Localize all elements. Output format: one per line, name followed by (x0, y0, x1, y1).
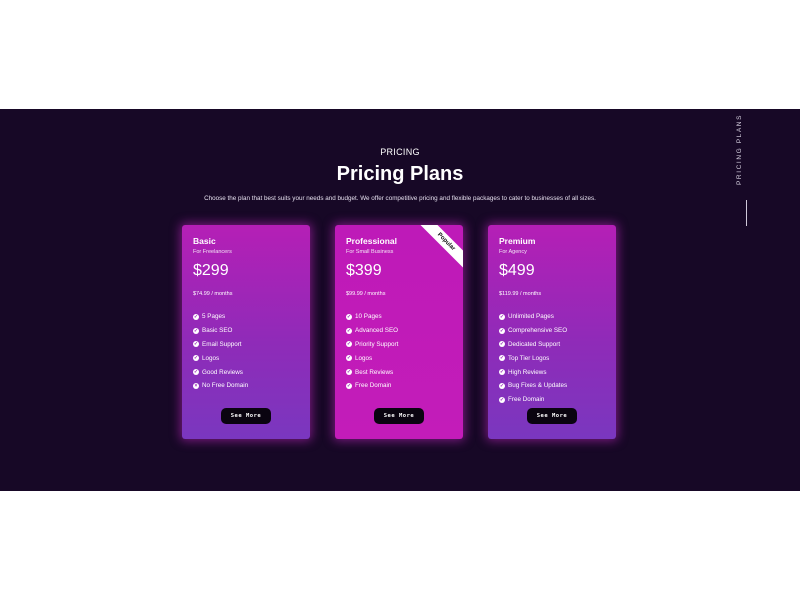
feature-item: ✓ Dedicated Support (499, 338, 567, 352)
pricing-card-professional: Popular Professional For Small Business … (335, 225, 463, 439)
see-more-button[interactable]: See More (374, 408, 424, 424)
feature-item: ✓ Logos (346, 351, 398, 365)
check-icon: ✓ (499, 382, 505, 389)
feature-label: Priority Support (355, 340, 399, 348)
feature-label: 10 Pages (355, 313, 382, 321)
check-icon: ✓ (499, 355, 505, 362)
check-icon: ✓ (193, 369, 199, 376)
feature-item: ✓ Good Reviews (193, 365, 248, 379)
feature-item: ✓ Logos (193, 351, 248, 365)
feature-item: × No Free Domain (193, 379, 248, 393)
feature-item: ✓ Best Reviews (346, 365, 398, 379)
feature-label: Free Domain (508, 396, 545, 404)
pricing-section: PRICING Pricing Plans Choose the plan th… (0, 109, 800, 491)
check-icon: ✓ (499, 313, 505, 320)
feature-list: ✓ 10 Pages ✓ Advanced SEO ✓ Priority Suppor… (346, 310, 398, 393)
plan-price: $399 (346, 262, 382, 279)
feature-item: ✓ Free Domain (346, 379, 398, 393)
check-icon: ✓ (499, 396, 505, 403)
feature-item: ✓ Bug Fixes & Updates (499, 379, 567, 393)
check-icon: ✓ (346, 327, 352, 334)
feature-label: No Free Domain (202, 382, 249, 390)
feature-item: ✓ Free Domain (499, 393, 567, 407)
feature-item: ✓ 5 Pages (193, 310, 248, 324)
feature-item: ✓ High Reviews (499, 365, 567, 379)
check-icon: ✓ (346, 341, 352, 348)
page-title: Pricing Plans (336, 163, 464, 185)
feature-item: ✓ 10 Pages (346, 310, 398, 324)
feature-item: ✓ Comprehensive SEO (499, 324, 567, 338)
feature-item: ✓ Email Support (193, 338, 248, 352)
feature-label: Logos (355, 354, 373, 362)
check-icon: ✓ (193, 355, 199, 362)
plan-audience: For Freelancers (193, 249, 232, 255)
pricing-card-basic: Basic For Freelancers $299 $74.99 / mont… (182, 225, 310, 439)
popular-badge: Popular (419, 225, 463, 269)
plan-name: Basic (193, 236, 216, 246)
feature-item: ✓ Priority Support (346, 338, 398, 352)
check-icon: ✓ (346, 313, 352, 320)
section-eyebrow: PRICING (380, 147, 420, 157)
feature-label: Basic SEO (202, 327, 233, 335)
plan-monthly: $119.99 / months (499, 291, 542, 297)
check-icon: ✓ (193, 313, 199, 320)
check-icon: ✓ (346, 382, 352, 389)
feature-label: High Reviews (508, 368, 547, 376)
feature-label: Free Domain (355, 382, 392, 390)
check-icon: ✓ (499, 327, 505, 334)
plan-price: $299 (193, 262, 229, 279)
feature-item: ✓ Unlimited Pages (499, 310, 567, 324)
check-icon: ✓ (346, 369, 352, 376)
feature-list: ✓ Unlimited Pages ✓ Comprehensive SEO ✓ Ded… (499, 310, 567, 407)
feature-item: ✓ Top Tier Logos (499, 351, 567, 365)
feature-list: ✓ 5 Pages ✓ Basic SEO ✓ Email Support ✓ Logo… (193, 310, 248, 393)
feature-label: Best Reviews (355, 368, 394, 376)
feature-label: Comprehensive SEO (508, 327, 568, 335)
feature-label: Good Reviews (202, 368, 243, 376)
check-icon: ✓ (499, 341, 505, 348)
section-subtitle: Choose the plan that best suits your nee… (204, 195, 596, 202)
feature-label: Email Support (202, 340, 242, 348)
plan-audience: For Small Business (346, 249, 394, 255)
x-icon: × (193, 382, 199, 389)
check-icon: ✓ (499, 369, 505, 376)
see-more-button[interactable]: See More (221, 408, 271, 424)
plan-name: Premium (499, 236, 536, 246)
side-label-text: PRICING PLANS (736, 113, 743, 185)
feature-item: ✓ Advanced SEO (346, 324, 398, 338)
see-more-button[interactable]: See More (527, 408, 577, 424)
feature-label: Advanced SEO (355, 327, 399, 335)
feature-label: Top Tier Logos (508, 354, 550, 362)
feature-label: Dedicated Support (508, 340, 561, 348)
check-icon: ✓ (193, 341, 199, 348)
plan-monthly: $99.99 / months (346, 291, 386, 297)
plan-audience: For Agency (499, 249, 527, 255)
side-divider (746, 200, 747, 226)
feature-label: 5 Pages (202, 313, 226, 321)
plan-name: Professional (346, 236, 398, 246)
plan-monthly: $74.99 / months (193, 291, 233, 297)
feature-label: Unlimited Pages (508, 313, 554, 321)
check-icon: ✓ (346, 355, 352, 362)
pricing-card-premium: Premium For Agency $499 $119.99 / months… (488, 225, 616, 439)
feature-item: ✓ Basic SEO (193, 324, 248, 338)
plan-price: $499 (499, 262, 535, 279)
check-icon: ✓ (193, 327, 199, 334)
feature-label: Logos (202, 354, 220, 362)
feature-label: Bug Fixes & Updates (508, 382, 568, 390)
